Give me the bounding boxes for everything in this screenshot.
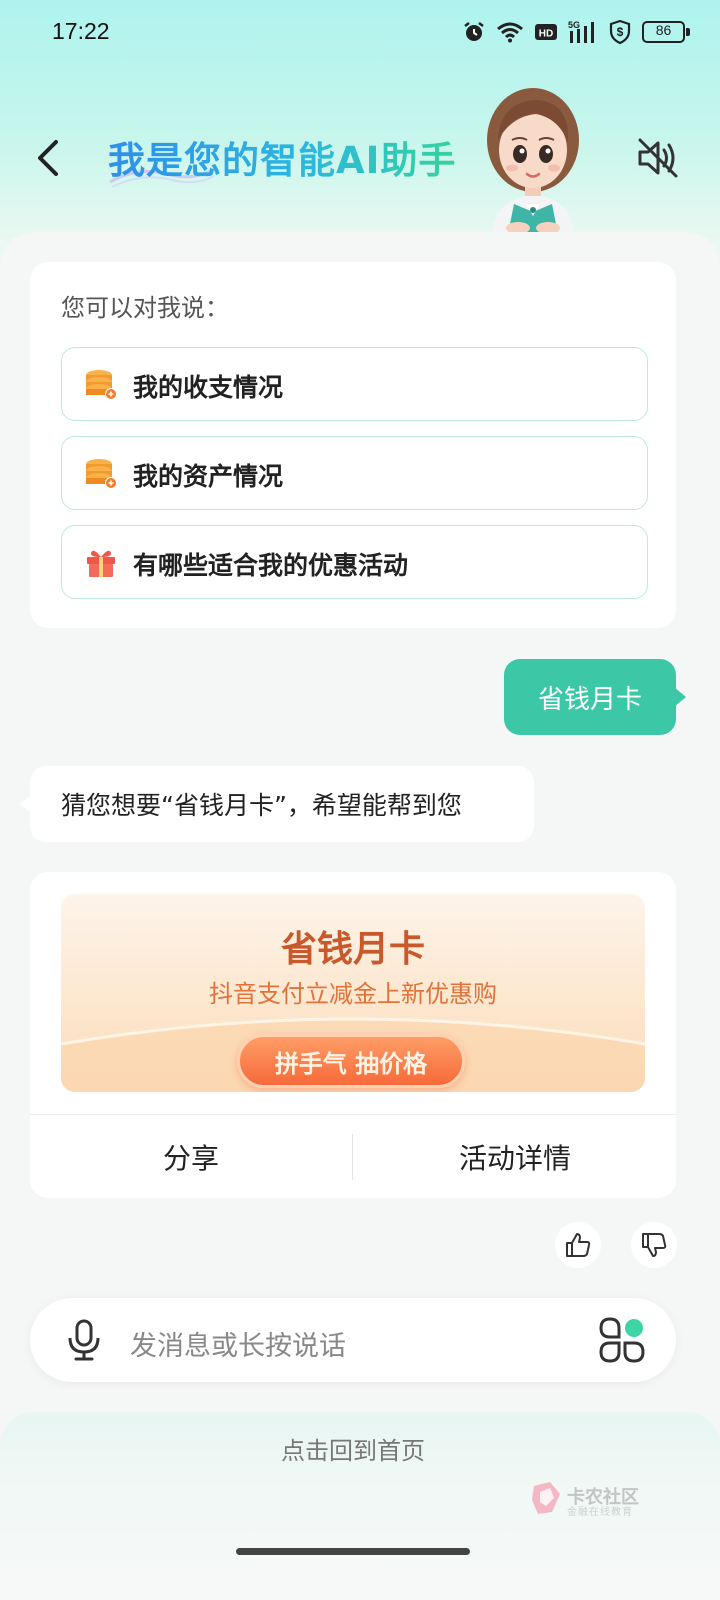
- promo-card: 省钱月卡 抖音支付立减金上新优惠购 拼手气 抽价格 分享 活动详情: [30, 872, 676, 1198]
- signal-5g-icon: 5G: [568, 20, 594, 43]
- gift-icon: [87, 550, 115, 577]
- bot-message-bubble: 猜您想要“省钱月卡”，希望能帮到您: [20, 766, 534, 842]
- svg-text:$: $: [617, 25, 624, 39]
- speaker-muted-icon: [638, 138, 678, 178]
- message-input[interactable]: 发消息或长按说话: [130, 1324, 346, 1363]
- thumbs-up-icon: [566, 1233, 591, 1257]
- user-message-bubble: 省钱月卡: [504, 659, 686, 735]
- back-button[interactable]: [30, 138, 66, 178]
- microphone-icon[interactable]: [64, 1318, 104, 1362]
- divider: [352, 1134, 353, 1180]
- suggestion-income-expense[interactable]: 我的收支情况: [61, 347, 648, 421]
- status-time: 17:22: [52, 18, 110, 44]
- wifi-icon: [497, 22, 523, 43]
- suggestions-card: 您可以对我说： 我的收支情况 我的资产情况 有哪些适合我的优惠活动: [30, 262, 676, 628]
- thumbs-down-icon: [642, 1233, 667, 1257]
- share-button[interactable]: 分享: [30, 1115, 352, 1198]
- svg-text:HD: HD: [539, 29, 553, 40]
- chevron-left-icon: [38, 140, 58, 176]
- suggestion-label: 我的资产情况: [133, 462, 284, 491]
- apps-grid-icon[interactable]: [598, 1316, 646, 1364]
- status-bar: 17:22 HD 5G $ 86: [0, 0, 720, 64]
- suggestion-promotions[interactable]: 有哪些适合我的优惠活动: [61, 525, 648, 599]
- suggestion-assets[interactable]: 我的资产情况: [61, 436, 648, 510]
- status-icons: HD 5G $ 86: [462, 16, 690, 48]
- back-to-home-link[interactable]: 点击回到首页: [0, 1431, 706, 1466]
- shield-icon: $: [609, 19, 631, 45]
- watermark-subtitle: 金融在线教育: [567, 1507, 633, 1518]
- home-indicator[interactable]: [236, 1548, 470, 1555]
- dislike-button[interactable]: [631, 1222, 677, 1268]
- svg-text:5G: 5G: [568, 20, 580, 30]
- promo-banner[interactable]: 省钱月卡 抖音支付立减金上新优惠购 拼手气 抽价格: [61, 894, 645, 1092]
- assistant-avatar: [487, 88, 579, 234]
- page-title: 我是您的智能AI助手: [108, 130, 456, 184]
- like-button[interactable]: [555, 1222, 601, 1268]
- battery-level: 86: [655, 22, 672, 38]
- promo-subtitle: 抖音支付立减金上新优惠购: [209, 980, 497, 1008]
- bot-message-text: 猜您想要“省钱月卡”，希望能帮到您: [61, 791, 462, 820]
- coin-stack-icon: [86, 459, 117, 489]
- battery-icon: 86: [642, 21, 690, 43]
- alarm-icon: [464, 22, 484, 41]
- suggestion-label: 有哪些适合我的优惠活动: [133, 551, 409, 580]
- activity-details-button[interactable]: 活动详情: [354, 1115, 676, 1198]
- promo-title: 省钱月卡: [280, 929, 425, 970]
- coin-stack-icon: [86, 370, 117, 400]
- message-input-bar[interactable]: 发消息或长按说话: [30, 1298, 676, 1382]
- mute-button[interactable]: [634, 136, 680, 180]
- suggestion-label: 我的收支情况: [133, 373, 284, 402]
- suggestions-title: 您可以对我说：: [61, 294, 229, 322]
- lucky-draw-button[interactable]: 拼手气 抽价格: [237, 1034, 465, 1088]
- hd-icon: HD: [535, 24, 557, 40]
